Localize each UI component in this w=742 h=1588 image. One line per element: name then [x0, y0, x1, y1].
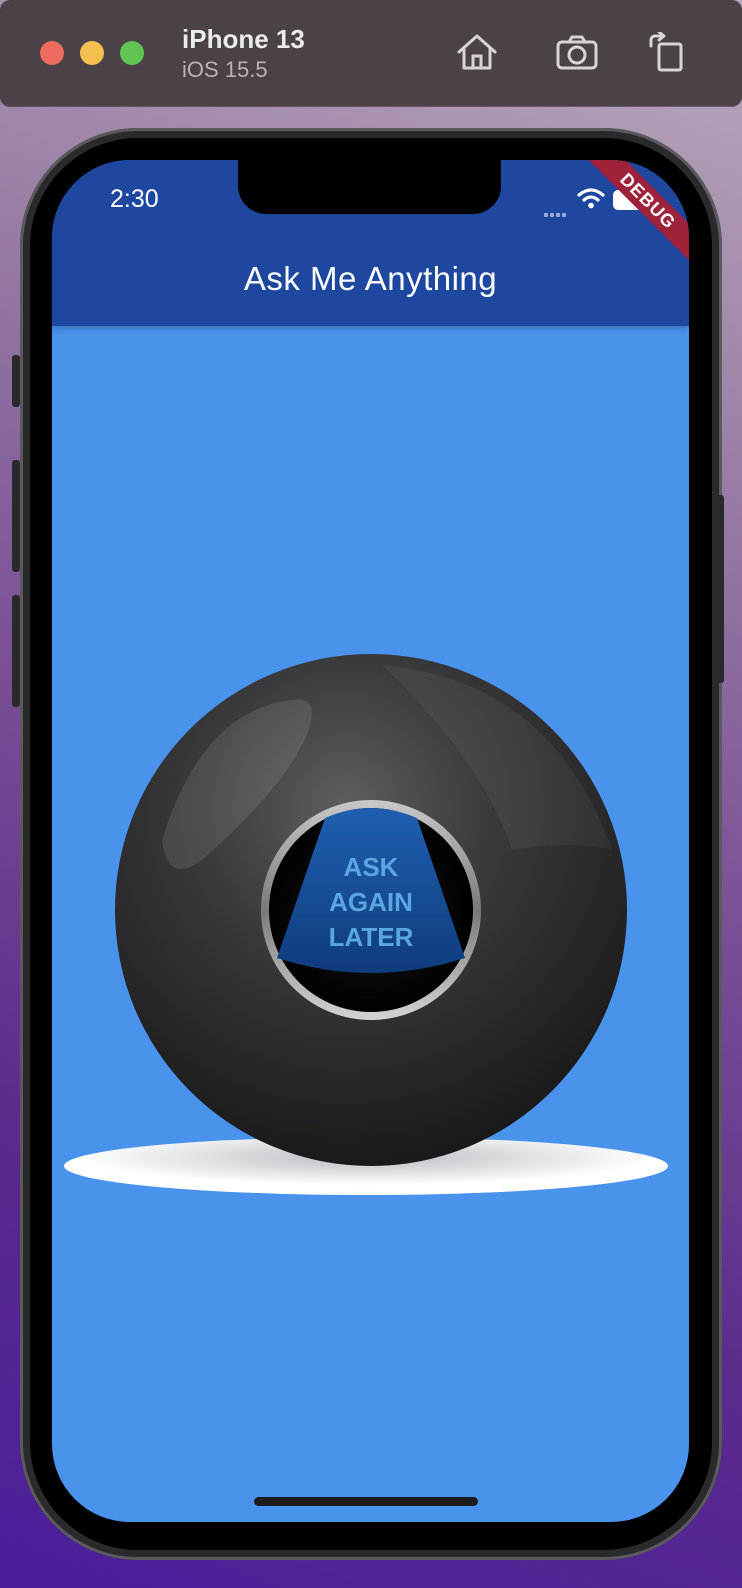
close-window-button[interactable]: [40, 41, 64, 65]
rotate-icon[interactable]: [645, 32, 689, 72]
wifi-icon: [577, 188, 605, 209]
device-name: iPhone 13: [182, 24, 305, 54]
minimize-window-button[interactable]: [80, 41, 104, 65]
answer-line-3: LATER: [328, 922, 414, 952]
answer-line-1: ASK: [343, 852, 399, 882]
answer-line-2: AGAIN: [329, 887, 413, 917]
signal-icon: [544, 204, 568, 222]
page-title: Ask Me Anything: [243, 260, 498, 297]
mute-switch: [12, 355, 20, 407]
power-button: [716, 495, 724, 683]
simulator-title-bar: iPhone 13 iOS 15.5: [0, 0, 742, 106]
zoom-window-button[interactable]: [120, 41, 144, 65]
home-indicator[interactable]: [254, 1497, 478, 1506]
home-icon[interactable]: [455, 32, 499, 72]
screenshot-icon[interactable]: [555, 32, 599, 72]
os-version: iOS 15.5: [182, 57, 268, 82]
app-screen: 2:30 Ask Me Anything DEBUG ASK AGAIN LAT…: [52, 160, 689, 1522]
notch: [238, 160, 501, 214]
volume-up-button: [12, 460, 20, 572]
status-time: 2:30: [110, 185, 159, 213]
volume-down-button: [12, 595, 20, 707]
answer-text: ASK AGAIN LATER: [281, 850, 461, 955]
